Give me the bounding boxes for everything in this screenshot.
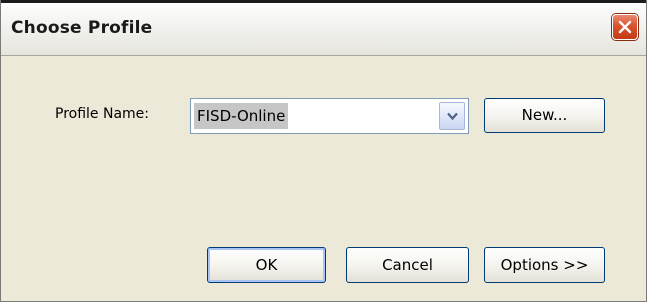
options-button-label: Options >> [500,256,589,274]
close-x-icon [618,20,632,34]
new-profile-button-label: New... [521,106,568,124]
chevron-down-icon [447,112,458,121]
ok-button-label: OK [255,256,278,274]
profile-name-dropdown[interactable]: FISD-Online [190,98,469,134]
choose-profile-dialog: Choose Profile Profile Name: FISD-Online… [0,0,647,302]
ok-button[interactable]: OK [207,247,326,283]
profile-name-label: Profile Name: [55,106,150,122]
options-button[interactable]: Options >> [484,247,605,283]
close-button[interactable] [612,14,638,40]
cancel-button-label: Cancel [382,256,433,274]
cancel-button[interactable]: Cancel [346,247,469,283]
title-bar: Choose Profile [1,0,646,56]
new-profile-button[interactable]: New... [484,98,605,133]
dropdown-arrow-button[interactable] [439,102,465,130]
dialog-title: Choose Profile [11,18,153,38]
profile-name-selected-value[interactable]: FISD-Online [194,103,289,129]
title-bar-edge [1,0,646,3]
